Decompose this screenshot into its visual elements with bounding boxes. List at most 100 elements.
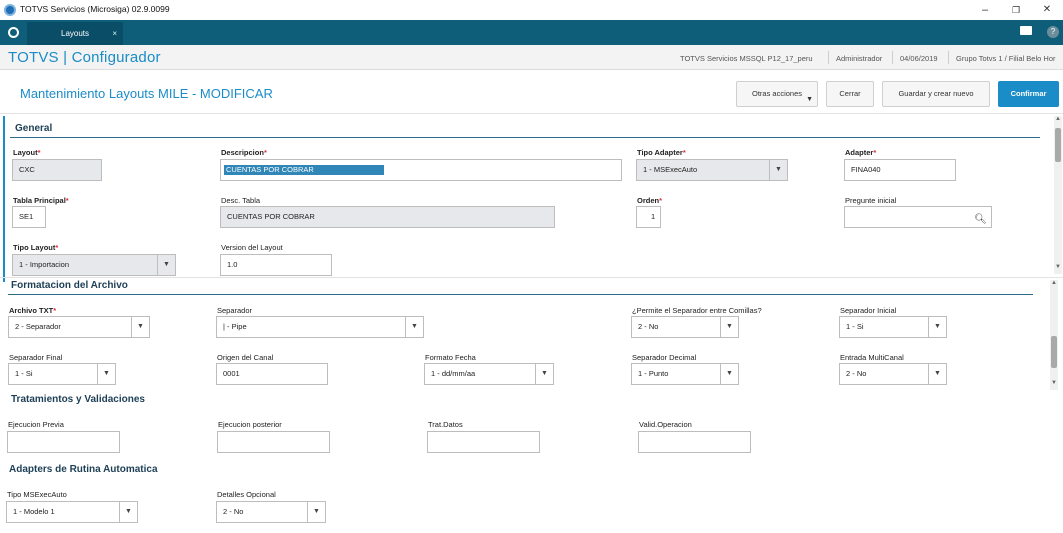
mail-icon[interactable] (1020, 26, 1032, 35)
chevron-down-icon[interactable]: ▼ (720, 364, 738, 384)
sep-final-select[interactable]: 1 - Si ▼ (8, 363, 116, 385)
adapter-label: Adapter* (845, 148, 877, 157)
chevron-down-icon[interactable]: ▼ (769, 160, 787, 180)
sep-decimal-select[interactable]: 1 - Punto ▼ (631, 363, 739, 385)
tipo-msexecauto-label: Tipo MSExecAuto (7, 490, 67, 499)
chevron-down-icon[interactable]: ▼ (720, 317, 738, 337)
chevron-down-icon[interactable]: ▼ (928, 317, 946, 337)
search-icon[interactable]: 🔍︎ (974, 210, 987, 227)
detalles-select[interactable]: 2 - No ▼ (216, 501, 326, 523)
posterior-field[interactable] (217, 431, 330, 453)
trat-field[interactable] (427, 431, 540, 453)
section-tratamientos-title: Tratamientos y Validaciones (11, 394, 145, 405)
scroll-thumb[interactable] (1051, 336, 1057, 368)
orden-label: Orden* (637, 196, 663, 205)
confirm-button[interactable]: Confirmar (998, 81, 1059, 107)
formatacion-scrollbar[interactable]: ▲ ▼ (1050, 280, 1058, 390)
page-header: Mantenimiento Layouts MILE - MODIFICAR O… (0, 71, 1063, 114)
tipo-adapter-label: Tipo Adapter* (637, 148, 686, 157)
other-actions-button[interactable]: Otras acciones ▼ (736, 81, 818, 107)
origen-label: Origen del Canal (217, 353, 274, 362)
date-info: 04/06/2019 (900, 54, 938, 63)
tabla-principal-label: Tabla Principal* (13, 196, 69, 205)
app-logo-icon (4, 4, 16, 16)
scroll-down-icon[interactable]: ▼ (1054, 264, 1062, 270)
separador-label: Separador (217, 306, 253, 315)
restore-button[interactable]: ❐ (1001, 2, 1031, 18)
scroll-up-icon[interactable]: ▲ (1050, 280, 1058, 286)
window-title: TOTVS Servicios (Microsiga) 02.9.0099 (20, 4, 170, 14)
previa-field[interactable] (7, 431, 120, 453)
tipo-layout-select[interactable]: 1 - Importacion ▼ (12, 254, 176, 276)
tab-close-icon[interactable]: × (112, 22, 117, 45)
section-adapters-title: Adapters de Rutina Automatica (9, 464, 158, 475)
desc-tabla-label: Desc. Tabla (221, 196, 261, 205)
trat-label: Trat.Datos (428, 420, 463, 429)
general-scrollbar[interactable]: ▲ ▼ (1054, 116, 1062, 274)
chevron-down-icon[interactable]: ▼ (119, 502, 137, 522)
tipo-adapter-select[interactable]: 1 - MSExecAuto ▼ (636, 159, 788, 181)
tipo-layout-label: Tipo Layout* (13, 243, 59, 252)
origen-field[interactable]: 0001 (216, 363, 328, 385)
previa-label: Ejecucion Previa (8, 420, 64, 429)
scroll-up-icon[interactable]: ▲ (1054, 116, 1062, 122)
app-brand: TOTVS | Configurador (8, 49, 161, 66)
multicanal-label: Entrada MultiCanal (840, 353, 904, 362)
archivo-txt-label: Archivo TXT* (9, 306, 57, 315)
posterior-label: Ejecucion posterior (218, 420, 282, 429)
permite-select[interactable]: 2 - No ▼ (631, 316, 739, 338)
valid-field[interactable] (638, 431, 751, 453)
tipo-msexecauto-select[interactable]: 1 - Modelo 1 ▼ (6, 501, 138, 523)
tabla-principal-field[interactable]: SE1 (12, 206, 46, 228)
formato-fecha-label: Formato Fecha (425, 353, 476, 362)
tab-layouts[interactable]: Layouts [02.9.0099] × (27, 22, 123, 61)
panel-accent (3, 116, 5, 282)
window-titlebar: TOTVS Servicios (Microsiga) 02.9.0099 – … (0, 0, 1063, 20)
descripcion-label: Descripcion* (221, 148, 267, 157)
layout-field[interactable]: CXC (12, 159, 102, 181)
sep-inicial-label: Separador Inicial (840, 306, 897, 315)
adapter-field[interactable]: FINA040 (844, 159, 956, 181)
section-divider (8, 294, 1033, 295)
separador-select[interactable]: | - Pipe ▼ (216, 316, 424, 338)
chevron-down-icon[interactable]: ▼ (928, 364, 946, 384)
user-info: Administrador (836, 54, 883, 63)
chevron-down-icon[interactable]: ▼ (97, 364, 115, 384)
tab-bar: Layouts [02.9.0099] × ? (0, 20, 1063, 61)
descripcion-field[interactable]: CUENTAS POR COBRAR (220, 159, 622, 181)
section-general-title: General (15, 123, 53, 134)
permite-label: ¿Permite el Separador entre Comillas? (632, 306, 762, 315)
orden-field[interactable]: 1 (636, 206, 661, 228)
other-actions-label: Otras acciones (751, 89, 803, 98)
pregunte-label: Pregunte inicial (845, 196, 897, 205)
version-field[interactable]: 1.0 (220, 254, 332, 276)
scroll-down-icon[interactable]: ▼ (1050, 380, 1058, 386)
version-label: Version del Layout (221, 243, 283, 252)
formato-fecha-select[interactable]: 1 - dd/mm/aa ▼ (424, 363, 554, 385)
valid-label: Valid.Operacion (639, 420, 692, 429)
chevron-down-icon[interactable]: ▼ (405, 317, 423, 337)
close-window-button[interactable]: ✕ (1032, 2, 1062, 18)
company-info: Grupo Totvs 1 / Filial Belo Hor (956, 54, 1056, 63)
desc-tabla-field[interactable]: CUENTAS POR COBRAR (220, 206, 555, 228)
sep-decimal-label: Separador Decimal (632, 353, 697, 362)
chevron-down-icon[interactable]: ▼ (157, 255, 175, 275)
home-icon[interactable] (8, 27, 19, 38)
archivo-txt-select[interactable]: 2 - Separador ▼ (8, 316, 150, 338)
layout-label: Layout* (13, 148, 41, 157)
save-and-new-button[interactable]: Guardar y crear nuevo (882, 81, 990, 107)
section-formatacion-title: Formatacion del Archivo (11, 280, 128, 291)
chevron-down-icon[interactable]: ▼ (131, 317, 149, 337)
scroll-thumb[interactable] (1055, 128, 1061, 162)
divider (948, 51, 949, 64)
chevron-down-icon[interactable]: ▼ (307, 502, 325, 522)
minimize-button[interactable]: – (970, 2, 1000, 18)
environment-info: TOTVS Servicios MSSQL P12_17_peru (680, 54, 813, 63)
chevron-down-icon[interactable]: ▼ (535, 364, 553, 384)
sep-inicial-select[interactable]: 1 - Si ▼ (839, 316, 947, 338)
app-header: TOTVS | Configurador TOTVS Servicios MSS… (0, 45, 1063, 70)
close-button[interactable]: Cerrar (826, 81, 874, 107)
multicanal-select[interactable]: 2 - No ▼ (839, 363, 947, 385)
help-icon[interactable]: ? (1047, 26, 1059, 38)
pregunte-field[interactable]: 🔍︎ (844, 206, 992, 228)
